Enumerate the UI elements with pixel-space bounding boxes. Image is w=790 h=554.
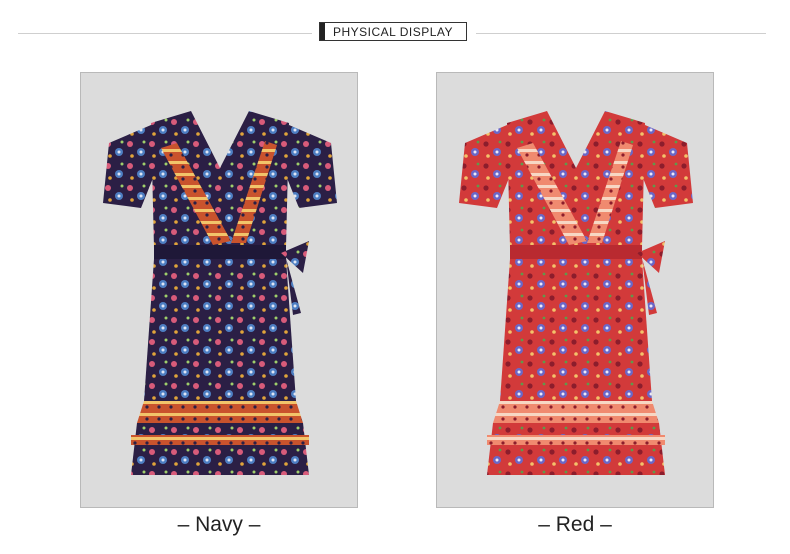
section-title: PHYSICAL DISPLAY xyxy=(319,22,467,41)
product-image-red[interactable] xyxy=(436,72,714,508)
variant-label-red: – Red – xyxy=(538,513,612,536)
header-rule-left xyxy=(18,33,312,34)
dress-illustration-navy xyxy=(103,111,337,475)
dress-illustration-red xyxy=(459,111,693,475)
title-marker xyxy=(320,23,325,40)
header-rule-right xyxy=(476,33,766,34)
product-image-navy[interactable] xyxy=(80,72,358,508)
variant-label-navy: – Navy – xyxy=(177,513,261,536)
section-title-text: PHYSICAL DISPLAY xyxy=(332,24,454,39)
